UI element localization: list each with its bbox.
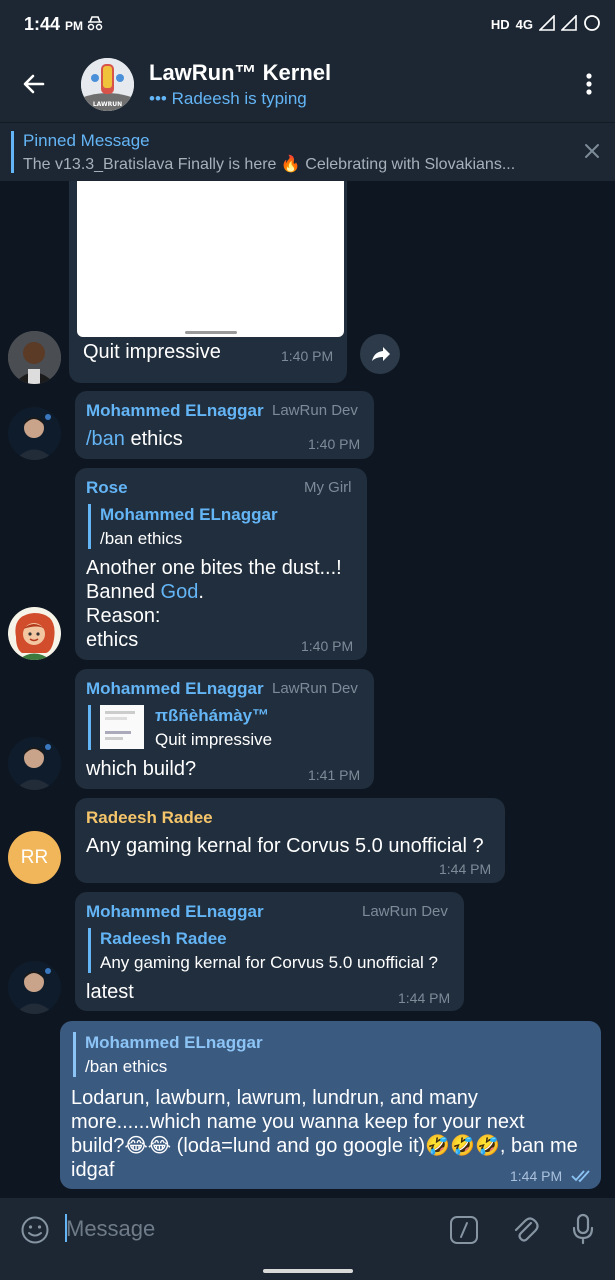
reply-quote-text[interactable]: /ban ethics: [100, 529, 182, 549]
reply-quote-bar: [73, 1032, 76, 1077]
message-time: 1:44 PM: [439, 861, 492, 877]
reply-quote-name[interactable]: Mohammed ELnaggar: [100, 505, 278, 525]
message-text: Any gaming kernal for Corvus 5.0 unoffic…: [86, 835, 484, 857]
battery-ring-icon: [583, 14, 601, 35]
sender-name: Mohammed ELnaggar: [86, 401, 264, 420]
microphone-icon[interactable]: [571, 1213, 595, 1250]
back-arrow-icon[interactable]: [22, 72, 46, 101]
svg-text:LAWRUN: LAWRUN: [93, 101, 122, 108]
network-type: 4G: [515, 17, 533, 32]
message-bubble[interactable]: Mohammed ELnaggar LawRun Dev πßñèhámày™ …: [75, 669, 374, 789]
signal-icon-2: [560, 14, 577, 34]
status-time: 1:44 PM: [24, 14, 84, 34]
incognito-icon: [86, 14, 104, 37]
message-text: which build?: [86, 758, 197, 780]
reply-quote-name[interactable]: Radeesh Radee: [100, 929, 227, 949]
avatar[interactable]: [8, 607, 61, 660]
message-bubble[interactable]: Quit impressive 1:40 PM: [69, 181, 347, 383]
outgoing-message-bubble[interactable]: Mohammed ELnaggar /ban ethics Lodarun, l…: [60, 1021, 601, 1189]
share-arrow-icon: [372, 347, 390, 361]
reply-thumbnail[interactable]: [100, 705, 144, 749]
pinned-message-bar[interactable]: Pinned Message The v13.3_Bratislava Fina…: [0, 122, 615, 181]
message-input-bar: Message: [0, 1198, 615, 1262]
status-bar: 1:44 PM HD 4G: [0, 0, 615, 48]
message-bubble[interactable]: Mohammed ELnaggar LawRun Dev /ban ethics…: [75, 391, 374, 459]
message-text: ethics: [86, 629, 139, 651]
sender-name: Radeesh Radee: [86, 808, 213, 827]
message-bubble[interactable]: Radeesh Radee Any gaming kernal for Corv…: [75, 798, 505, 883]
message-text: /ban ethics: [86, 428, 183, 450]
avatar[interactable]: [8, 737, 61, 790]
emoji-icon[interactable]: [20, 1215, 50, 1250]
message-time: 1:40 PM: [281, 348, 334, 364]
message-text: latest: [86, 981, 134, 1003]
message-text: Reason:: [86, 605, 161, 627]
message-input[interactable]: Message: [66, 1216, 155, 1242]
reply-quote-bar: [88, 705, 91, 750]
chat-header: LAWRUN LawRun™ Kernel ••• Radeesh is typ…: [0, 48, 615, 122]
share-button[interactable]: [360, 334, 400, 374]
hd-indicator: HD: [490, 17, 510, 32]
avatar[interactable]: RR: [8, 831, 61, 884]
pinned-text: The v13.3_Bratislava Finally is here 🔥 C…: [23, 156, 516, 173]
reply-quote-name[interactable]: Mohammed ELnaggar: [85, 1033, 263, 1053]
reply-quote-text[interactable]: Any gaming kernal for Corvus 5.0 unoffic…: [100, 953, 438, 973]
reply-quote-name[interactable]: πßñèhámày™: [155, 706, 269, 726]
pinned-title: Pinned Message: [23, 131, 150, 150]
mention-link[interactable]: God: [161, 581, 199, 603]
reply-quote-bar: [88, 928, 91, 973]
reply-quote-bar: [88, 504, 91, 549]
reply-quote-text[interactable]: /ban ethics: [85, 1057, 167, 1077]
image-scroll-handle: [185, 331, 237, 334]
sender-name: Mohammed ELnaggar: [86, 679, 264, 698]
avatar[interactable]: [8, 407, 61, 460]
home-indicator[interactable]: [263, 1269, 353, 1273]
message-bubble[interactable]: Rose My Girl Mohammed ELnaggar /ban ethi…: [75, 468, 367, 660]
avatar[interactable]: [8, 961, 61, 1014]
gesture-nav-bar: [0, 1262, 615, 1280]
message-text: Lodarun, lawburn, lawrum, lundrun, and m…: [71, 1087, 478, 1109]
message-time: 1:40 PM: [301, 638, 354, 654]
message-text: idgaf: [71, 1159, 115, 1181]
message-text: Quit impressive: [83, 341, 221, 363]
avatar-initials: RR: [20, 846, 49, 868]
channel-avatar[interactable]: LAWRUN: [81, 58, 134, 111]
sender-role: LawRun Dev: [272, 402, 358, 419]
sender-role: LawRun Dev: [362, 903, 448, 920]
message-text: build?😂😂 (loda=lund and go google it)🤣🤣🤣…: [71, 1135, 578, 1157]
typing-status: ••• Radeesh is typing: [149, 89, 307, 108]
message-text: Another one bites the dust...!: [86, 557, 342, 579]
message-time: 1:41 PM: [308, 767, 361, 783]
message-list[interactable]: Quit impressive 1:40 PM Mohammed ELnagga…: [0, 181, 615, 1196]
signal-icon: [538, 14, 555, 34]
sender-name: Rose: [86, 478, 128, 497]
image-attachment[interactable]: [77, 181, 344, 337]
message-text: Banned God.: [86, 581, 204, 603]
message-time: 1:40 PM: [308, 436, 361, 452]
sender-role: My Girl: [304, 479, 352, 496]
message-time: 1:44 PM: [398, 990, 451, 1006]
double-check-icon: [571, 1169, 593, 1188]
reply-quote-text[interactable]: Quit impressive: [155, 730, 272, 750]
more-options-icon[interactable]: [585, 72, 593, 101]
pinned-accent-bar: [11, 131, 14, 173]
attach-icon[interactable]: [511, 1214, 539, 1249]
message-text: more......which name you wanna keep for …: [71, 1111, 525, 1133]
channel-title: LawRun™ Kernel: [149, 60, 332, 85]
message-bubble[interactable]: Mohammed ELnaggar LawRun Dev Radeesh Rad…: [75, 892, 464, 1011]
sender-name: Mohammed ELnaggar: [86, 902, 264, 921]
typing-dots-icon: •••: [149, 89, 167, 108]
close-icon[interactable]: [583, 142, 601, 165]
command-link[interactable]: /ban: [86, 428, 125, 450]
sender-role: LawRun Dev: [272, 680, 358, 697]
bot-commands-icon[interactable]: [449, 1215, 479, 1250]
message-time: 1:44 PM: [510, 1168, 563, 1184]
avatar[interactable]: [8, 331, 61, 384]
